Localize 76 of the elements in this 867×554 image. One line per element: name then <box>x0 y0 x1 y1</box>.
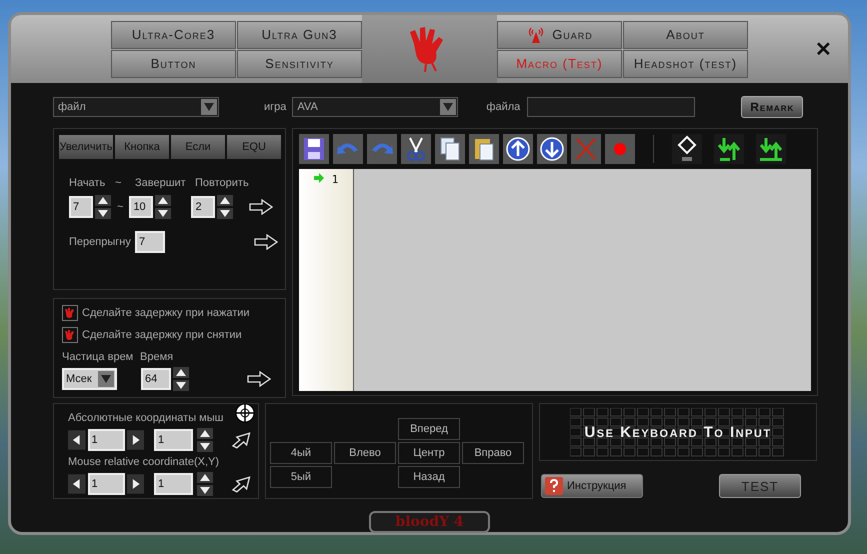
repeat-field[interactable]: 2 <box>191 196 216 218</box>
direction-button[interactable]: Центр <box>398 442 460 464</box>
x-field[interactable]: 1 <box>88 429 125 451</box>
spin-buttons[interactable] <box>217 195 234 219</box>
right-arrow-icon[interactable] <box>247 371 271 387</box>
nav-tab[interactable]: Guard <box>497 20 622 48</box>
right-arrow-button[interactable] <box>126 474 144 494</box>
nav-tab[interactable]: Ultra Gun3 <box>237 20 362 48</box>
crosshair-cursor-icon <box>234 402 256 424</box>
nav-tab[interactable]: About <box>623 20 748 48</box>
line-number: 1 <box>332 173 338 186</box>
arrow-icon <box>314 173 324 183</box>
end-label: Завершит <box>135 177 187 189</box>
nav-tab[interactable]: Headshot (test) <box>623 50 748 78</box>
spin-buttons[interactable] <box>173 367 189 391</box>
export-button[interactable] <box>756 134 786 164</box>
side-button[interactable]: 5ый <box>270 466 332 488</box>
right-arrow-button[interactable] <box>126 430 144 450</box>
file-dropdown[interactable]: файл <box>53 97 219 117</box>
direction-button[interactable]: Влево <box>334 442 396 464</box>
tilde-label: ~ <box>115 177 122 189</box>
spin-buttons[interactable] <box>197 428 213 452</box>
move-down-button[interactable] <box>537 134 567 164</box>
jump-field[interactable]: 7 <box>135 231 165 253</box>
time-label: Время <box>140 351 174 363</box>
y-field[interactable]: 1 <box>154 429 193 451</box>
nav-tab[interactable]: Ultra-Core3 <box>111 20 236 48</box>
footer-logo: bloodY 4 <box>369 511 490 533</box>
end-field[interactable]: 10 <box>129 196 154 218</box>
cut-button[interactable] <box>401 134 431 164</box>
delay-label: Сделайте задержку при нажатии <box>82 307 250 319</box>
left-arrow-button[interactable] <box>68 430 86 450</box>
absolute-coordinates-label: Абсолютные координаты мыш <box>68 412 224 424</box>
direction-button[interactable]: Назад <box>398 466 460 488</box>
direction-button[interactable]: Вперед <box>398 418 460 440</box>
game-label: игра <box>264 101 286 113</box>
right-arrow-icon[interactable] <box>249 199 274 215</box>
start-field[interactable]: 7 <box>69 196 93 218</box>
checkbox[interactable] <box>62 305 78 321</box>
jump-label: Перепрыгну <box>69 236 132 248</box>
time-field[interactable]: 64 <box>141 368 171 390</box>
unit-dropdown[interactable]: Мсек <box>62 368 117 390</box>
close-button[interactable]: ✕ <box>815 36 832 62</box>
delay-label: Сделайте задержку при снятии <box>82 329 242 341</box>
import-button[interactable] <box>714 134 744 164</box>
left-arrow-button[interactable] <box>68 474 86 494</box>
side-button[interactable]: 4ый <box>270 442 332 464</box>
file-input[interactable] <box>527 97 696 117</box>
right-arrow-icon[interactable] <box>254 234 278 250</box>
swap-button[interactable] <box>672 134 702 164</box>
keyboard-caption: Use Keyboard To Input <box>584 424 772 440</box>
repeat-label: Повторить <box>195 177 249 189</box>
nav-tab[interactable]: Button <box>111 50 236 78</box>
tilde-label: ~ <box>117 201 124 213</box>
game-dropdown[interactable]: AVA <box>292 97 458 117</box>
nav-tab[interactable]: Sensitivity <box>237 50 362 78</box>
help-book-icon <box>544 476 564 496</box>
y-field[interactable]: 1 <box>154 473 193 495</box>
move-up-button[interactable] <box>503 134 533 164</box>
cursor-arrow-icon[interactable] <box>230 475 252 493</box>
spin-buttons[interactable] <box>197 472 213 496</box>
paste-button[interactable] <box>469 134 499 164</box>
spin-buttons[interactable] <box>95 195 111 219</box>
start-label: Начать <box>69 177 106 189</box>
save-button[interactable] <box>299 134 329 164</box>
time-unit-label: Частица врем <box>62 351 134 363</box>
file-label: файла <box>486 101 520 113</box>
checkbox[interactable] <box>62 327 78 343</box>
copy-button[interactable] <box>435 134 465 164</box>
x-field[interactable]: 1 <box>88 473 125 495</box>
spin-buttons[interactable] <box>155 195 172 219</box>
cursor-arrow-icon[interactable] <box>230 431 252 449</box>
direction-button[interactable]: Вправо <box>462 442 524 464</box>
macro-editor[interactable]: 1 <box>299 169 811 391</box>
relative-coordinates-label: Mouse relative coordinate(X,Y) <box>68 456 220 468</box>
instruction-button[interactable]: Инструкция <box>541 474 643 498</box>
